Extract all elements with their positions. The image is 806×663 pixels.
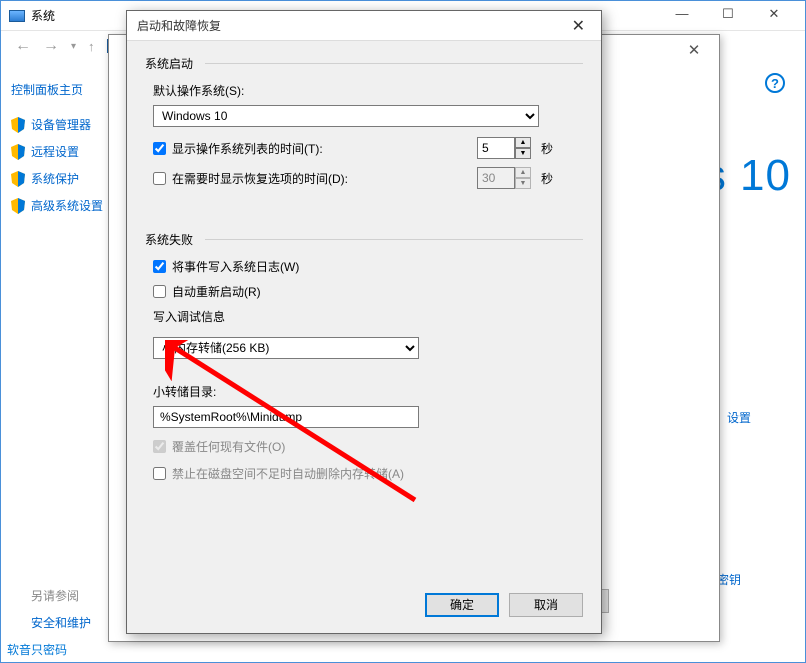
spin-down-icon: ▼	[515, 178, 531, 189]
shield-icon	[11, 198, 25, 214]
overwrite-label: 覆盖任何现有文件(O)	[172, 438, 285, 455]
nav-recent-icon[interactable]: ▾	[65, 41, 82, 52]
auto-restart-checkbox[interactable]	[153, 285, 166, 298]
maximize-button[interactable]: ☐	[705, 6, 751, 26]
auto-restart-label: 自动重新启动(R)	[172, 283, 261, 300]
shield-icon	[11, 171, 25, 187]
nav-label: 远程设置	[31, 143, 79, 160]
dump-type-select[interactable]: 小内存转储(256 KB)	[153, 337, 419, 359]
spin-up-icon[interactable]: ▲	[515, 137, 531, 148]
related-section: 另请参阅 安全和维护	[31, 587, 91, 632]
no-autodelete-checkbox[interactable]	[153, 467, 166, 480]
overwrite-checkbox	[153, 440, 166, 453]
shield-icon	[11, 144, 25, 160]
recovery-time-spinner: ▲▼	[477, 167, 531, 189]
seconds-label: 秒	[541, 170, 553, 187]
show-os-list-checkbox[interactable]	[153, 142, 166, 155]
spin-down-icon[interactable]: ▼	[515, 148, 531, 159]
nav-label: 设备管理器	[31, 116, 91, 133]
os-list-time-spinner[interactable]: ▲▼	[477, 137, 531, 159]
nav-label: 高级系统设置	[31, 197, 103, 214]
show-recovery-label: 在需要时显示恢复选项的时间(D):	[172, 170, 348, 187]
write-event-log-checkbox[interactable]	[153, 260, 166, 273]
monitor-icon	[9, 10, 25, 22]
show-recovery-checkbox[interactable]	[153, 172, 166, 185]
system-title: 系统	[31, 7, 55, 24]
security-maintenance-link[interactable]: 安全和维护	[31, 616, 91, 630]
startup-group-legend: 系统启动	[145, 55, 583, 72]
nav-advanced-settings[interactable]: 高级系统设置	[11, 197, 121, 214]
write-event-log-label: 将事件写入系统日志(W)	[172, 258, 299, 275]
recovery-time-input	[477, 167, 515, 189]
dump-dir-input[interactable]	[153, 406, 419, 428]
shield-icon	[11, 117, 25, 133]
ok-button[interactable]: 确定	[425, 593, 499, 617]
nav-back-icon[interactable]: ←	[9, 37, 37, 55]
minimize-button[interactable]: —	[659, 6, 705, 26]
dialog-title: 启动和故障恢复	[137, 17, 221, 34]
dump-dir-label: 小转储目录:	[153, 383, 583, 400]
startup-recovery-dialog: 启动和故障恢复 ✕ 系统启动 默认操作系统(S): Windows 10 显示操…	[126, 10, 602, 634]
nav-up-icon[interactable]: ↑	[82, 39, 101, 54]
nav-system-protection[interactable]: 系统保护	[11, 170, 121, 187]
help-icon[interactable]: ?	[765, 73, 785, 93]
nav-label: 系统保护	[31, 170, 79, 187]
sidebar: 控制面板主页 设备管理器 远程设置 系统保护 高级系统设置	[1, 61, 121, 662]
nav-remote-settings[interactable]: 远程设置	[11, 143, 121, 160]
debug-info-label: 写入调试信息	[153, 308, 583, 325]
failure-group-legend: 系统失败	[145, 231, 583, 248]
nav-device-manager[interactable]: 设备管理器	[11, 116, 121, 133]
dialog-titlebar: 启动和故障恢复 ✕	[127, 11, 601, 41]
props-close-button[interactable]: ✕	[675, 41, 713, 59]
dialog-close-button[interactable]: ✕	[566, 16, 591, 36]
os-list-time-input[interactable]	[477, 137, 515, 159]
default-os-select[interactable]: Windows 10	[153, 105, 539, 127]
nav-forward-icon[interactable]: →	[37, 37, 65, 55]
seconds-label: 秒	[541, 140, 553, 157]
default-os-label: 默认操作系统(S):	[153, 82, 583, 99]
close-button[interactable]: ✕	[751, 6, 797, 26]
footer-link[interactable]: 软音只密码	[7, 641, 67, 658]
control-panel-home-link[interactable]: 控制面板主页	[11, 81, 121, 98]
no-autodelete-label: 禁止在磁盘空间不足时自动删除内存转储(A)	[172, 465, 404, 482]
settings-link[interactable]: 设置	[727, 409, 751, 426]
show-os-list-label: 显示操作系统列表的时间(T):	[172, 140, 323, 157]
spin-up-icon: ▲	[515, 167, 531, 178]
related-header: 另请参阅	[31, 587, 91, 604]
cancel-button[interactable]: 取消	[509, 593, 583, 617]
